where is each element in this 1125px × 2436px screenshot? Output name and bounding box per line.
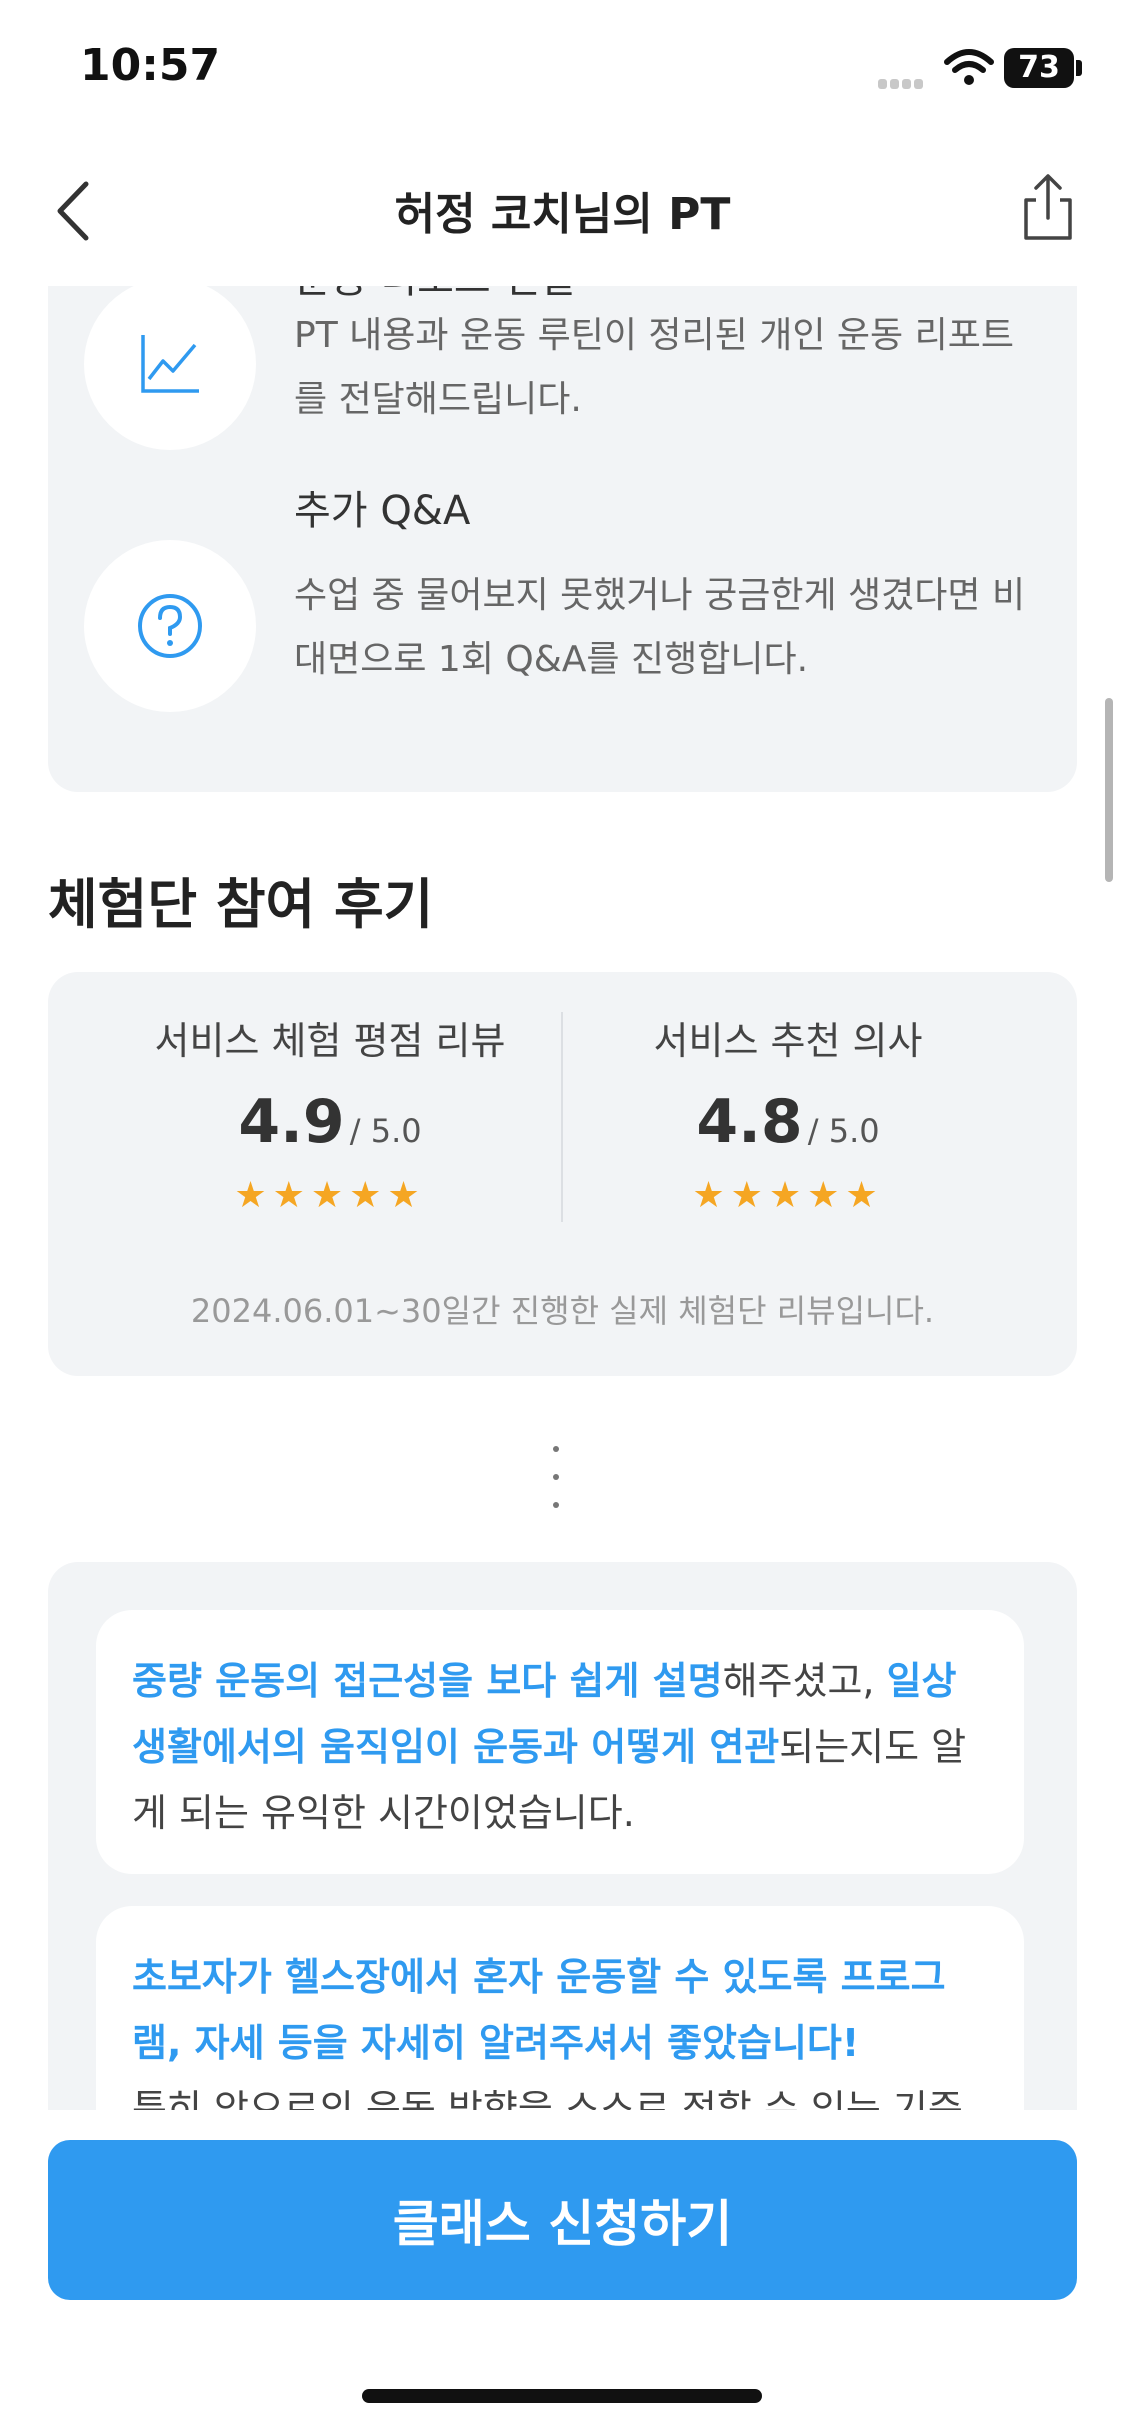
battery-tip — [1076, 60, 1082, 76]
rating-column: 서비스 체험 평점 리뷰 4.9 / 5.0 ★★★★★ — [80, 1010, 580, 1216]
share-icon[interactable] — [1018, 172, 1078, 244]
feature-title-report: 운동 리포트 전달 — [294, 286, 577, 304]
recommend-label: 서비스 추천 의사 — [653, 1019, 923, 1063]
features-card: 운동 리포트 전달 PT 내용과 운동 루틴이 정리된 개인 운동 리포트를 전… — [48, 286, 1077, 792]
recommend-stars: ★★★★★ — [692, 1175, 884, 1216]
rating-label: 서비스 체험 평점 리뷰 — [154, 1019, 506, 1063]
rating-score: 4.9 / 5.0 — [80, 1087, 580, 1157]
recommend-value: 4.8 — [696, 1087, 803, 1157]
review-quote-2: 초보자가 헬스장에서 혼자 운동할 수 있도록 프로그램, 자세 등을 자세히 … — [96, 1906, 1024, 2110]
feature-title-qa: 추가 Q&A — [294, 488, 471, 534]
page-title: 허정 코치님의 PT — [394, 189, 731, 240]
rating-max: / 5.0 — [349, 1112, 422, 1150]
question-icon — [138, 594, 202, 658]
quote-2-highlight-1: 초보자가 헬스장에서 혼자 운동할 수 있도록 프로그램, 자세 등을 자세히 … — [132, 1955, 946, 2065]
apply-class-button[interactable]: 클래스 신청하기 — [48, 2140, 1077, 2300]
cellular-signal-icon — [878, 74, 930, 89]
rating-value: 4.9 — [238, 1087, 345, 1157]
status-time: 10:57 — [80, 40, 221, 91]
scrollbar[interactable] — [1105, 698, 1113, 882]
chart-icon — [141, 335, 199, 393]
battery-icon: 73 — [1004, 48, 1074, 88]
home-indicator[interactable] — [362, 2389, 762, 2403]
qa-icon-circle — [84, 540, 256, 712]
quote-2-text-1: 특히 앞으로의 운동 방향을 스스로 정할 수 있는 기준 — [132, 2087, 963, 2110]
recommend-score: 4.8 / 5.0 — [538, 1087, 1038, 1157]
rating-stars: ★★★★★ — [234, 1175, 426, 1216]
recommend-column: 서비스 추천 의사 4.8 / 5.0 ★★★★★ — [538, 1010, 1038, 1216]
feature-desc-qa: 수업 중 물어보지 못했거나 궁금한게 생겼다면 비대면으로 1회 Q&A를 진… — [294, 575, 1026, 680]
scroll-content[interactable]: 운동 리포트 전달 PT 내용과 운동 루틴이 정리된 개인 운동 리포트를 전… — [0, 286, 1125, 2110]
feature-desc-report: PT 내용과 운동 루틴이 정리된 개인 운동 리포트를 전달해드립니다. — [294, 315, 1014, 420]
review-quote-1: 중량 운동의 접근성을 보다 쉽게 설명해주셨고, 일상 생활에서의 움직임이 … — [96, 1610, 1024, 1874]
quote-1-text-1: 해주셨고, — [722, 1659, 887, 1703]
report-icon-circle — [84, 286, 256, 450]
quote-1-highlight-1: 중량 운동의 접근성을 보다 쉽게 설명 — [132, 1659, 723, 1703]
reviews-section-title: 체험단 참여 후기 — [48, 873, 434, 936]
more-dots-icon — [553, 1446, 561, 1530]
wifi-icon — [944, 49, 994, 85]
reviews-note: 2024.06.01~30일간 진행한 실제 체험단 리뷰입니다. — [190, 1292, 935, 1330]
recommend-max: / 5.0 — [807, 1112, 880, 1150]
